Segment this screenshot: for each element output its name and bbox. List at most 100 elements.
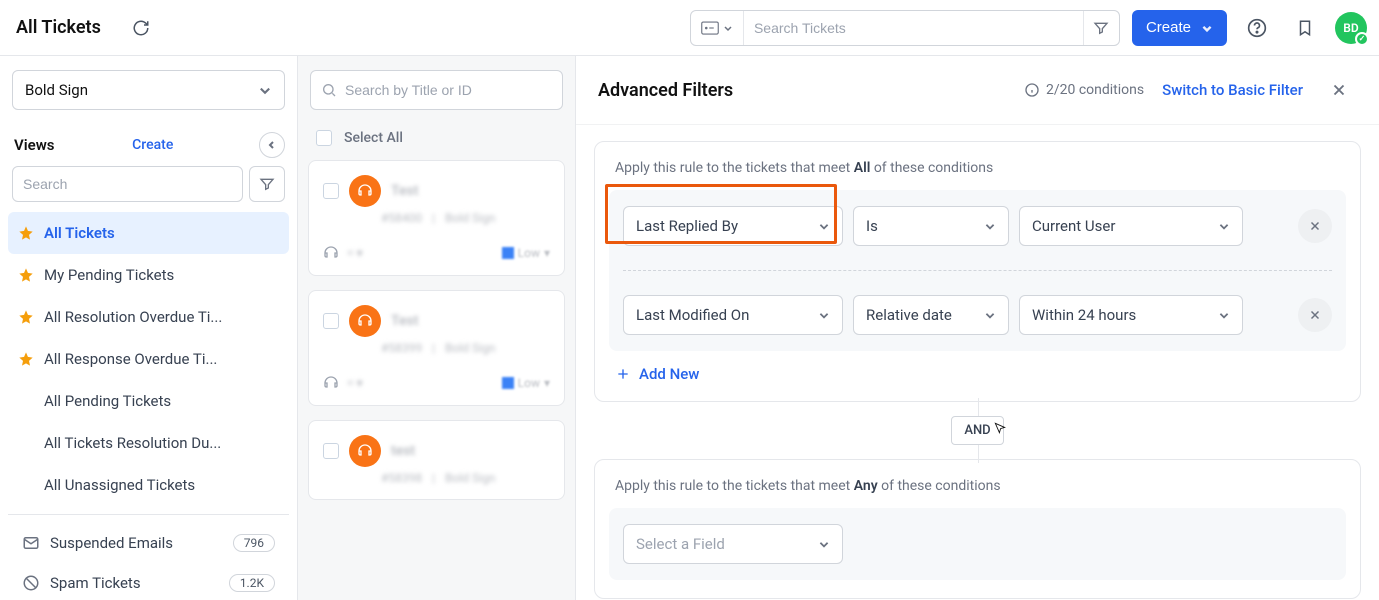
ticket-card[interactable]: test #58398 | Bold Sign bbox=[308, 420, 565, 500]
views-search-input[interactable] bbox=[12, 166, 243, 202]
search-icon bbox=[321, 82, 337, 98]
sidebar-item-resolution-due[interactable]: All Tickets Resolution Du... bbox=[8, 422, 289, 464]
page-title: All Tickets bbox=[16, 17, 101, 38]
logic-connector: AND bbox=[576, 416, 1379, 445]
views-heading: Views bbox=[14, 136, 55, 154]
ticket-checkbox[interactable] bbox=[323, 183, 339, 199]
remove-condition-icon[interactable] bbox=[1298, 298, 1332, 332]
mail-icon bbox=[22, 534, 40, 552]
ticket-priority: Low bbox=[518, 246, 540, 260]
view-list: All Tickets My Pending Tickets All Resol… bbox=[0, 212, 297, 600]
headset-icon bbox=[323, 245, 339, 261]
bookmark-icon[interactable] bbox=[1287, 10, 1323, 46]
search-input[interactable] bbox=[744, 20, 1083, 36]
condition-row: Last Modified On Relative date Within 24… bbox=[623, 295, 1332, 335]
rule-caption: Apply this rule to the tickets that meet… bbox=[609, 156, 1346, 190]
ticket-id: #58399 bbox=[381, 341, 422, 355]
global-search bbox=[690, 10, 1120, 46]
value-select[interactable]: Within 24 hours bbox=[1019, 295, 1243, 335]
ticket-avatar-icon bbox=[349, 305, 381, 337]
field-select[interactable]: Last Replied By bbox=[623, 206, 843, 246]
operator-select[interactable]: Is bbox=[853, 206, 1009, 246]
sidebar-item-suspended-emails[interactable]: Suspended Emails 796 bbox=[8, 523, 289, 563]
sidebar: Bold Sign Views Create All Tickets bbox=[0, 56, 298, 600]
star-icon bbox=[18, 309, 34, 325]
switch-to-basic-link[interactable]: Switch to Basic Filter bbox=[1162, 81, 1303, 99]
view-label: All Unassigned Tickets bbox=[44, 476, 195, 494]
views-filter-icon[interactable] bbox=[249, 166, 285, 202]
view-label: All Tickets Resolution Du... bbox=[44, 434, 221, 452]
close-icon[interactable] bbox=[1321, 72, 1357, 108]
sidebar-item-response-overdue[interactable]: All Response Overdue Ti... bbox=[8, 338, 289, 380]
item-label: Spam Tickets bbox=[50, 574, 141, 592]
select-all-checkbox[interactable] bbox=[316, 130, 332, 146]
sidebar-item-all-pending[interactable]: All Pending Tickets bbox=[8, 380, 289, 422]
rule-block-any: Apply this rule to the tickets that meet… bbox=[594, 459, 1361, 599]
value-select[interactable]: Current User bbox=[1019, 206, 1243, 246]
avatar[interactable]: BD ✓ bbox=[1335, 12, 1367, 44]
avatar-initials: BD bbox=[1343, 21, 1358, 35]
ticket-search-input[interactable] bbox=[345, 82, 552, 98]
star-icon bbox=[18, 225, 34, 241]
star-icon bbox=[18, 351, 34, 367]
create-view-link[interactable]: Create bbox=[132, 137, 173, 153]
create-button[interactable]: Create bbox=[1132, 10, 1227, 46]
add-condition-button[interactable]: Add New bbox=[609, 351, 1346, 383]
count-badge: 796 bbox=[233, 534, 275, 552]
field-select[interactable]: Last Modified On bbox=[623, 295, 843, 335]
ticket-title: test bbox=[391, 443, 415, 459]
condition-row: Last Replied By Is Current User bbox=[623, 206, 1332, 246]
ticket-product: Bold Sign bbox=[445, 211, 495, 225]
chevron-down-icon bbox=[1218, 220, 1230, 232]
sidebar-item-all-tickets[interactable]: All Tickets bbox=[8, 212, 289, 254]
view-label: All Tickets bbox=[44, 224, 115, 242]
ticket-title: Test bbox=[391, 313, 418, 329]
spam-icon bbox=[22, 574, 40, 592]
topbar: All Tickets Create BD ✓ bbox=[0, 0, 1379, 56]
ticket-list: Select All Test #58400 | Bold Sign bbox=[298, 56, 576, 600]
ticket-checkbox[interactable] bbox=[323, 313, 339, 329]
filters-title: Advanced Filters bbox=[598, 80, 733, 101]
sidebar-item-spam-tickets[interactable]: Spam Tickets 1.2K bbox=[8, 563, 289, 600]
field-select[interactable]: Select a Field bbox=[623, 524, 843, 564]
remove-condition-icon[interactable] bbox=[1298, 209, 1332, 243]
product-name: Bold Sign bbox=[25, 81, 88, 99]
headset-icon bbox=[323, 375, 339, 391]
operator-select[interactable]: Relative date bbox=[853, 295, 1009, 335]
ticket-card[interactable]: Test #58400 | Bold Sign = ▾ Low ▾ bbox=[308, 160, 565, 276]
chevron-down-icon bbox=[1218, 309, 1230, 321]
rule-block-all: Apply this rule to the tickets that meet… bbox=[594, 141, 1361, 402]
and-label[interactable]: AND bbox=[951, 416, 1003, 445]
select-all-row: Select All bbox=[298, 124, 575, 160]
chevron-down-icon bbox=[818, 309, 830, 321]
star-icon bbox=[18, 267, 34, 283]
chevron-down-icon bbox=[258, 83, 272, 97]
ticket-product: Bold Sign bbox=[445, 471, 495, 485]
plus-icon bbox=[615, 366, 631, 382]
condition-count: 2/20 conditions bbox=[1024, 82, 1144, 98]
chevron-down-icon bbox=[984, 220, 996, 232]
collapse-sidebar-icon[interactable] bbox=[259, 132, 285, 158]
ticket-card[interactable]: Test #58399 | Bold Sign = ▾ Low ▾ bbox=[308, 290, 565, 406]
sidebar-item-unassigned[interactable]: All Unassigned Tickets bbox=[8, 464, 289, 506]
create-label: Create bbox=[1146, 19, 1191, 36]
refresh-icon[interactable] bbox=[123, 10, 159, 46]
ticket-title: Test bbox=[391, 183, 418, 199]
view-label: All Pending Tickets bbox=[44, 392, 171, 410]
ticket-id: #58398 bbox=[381, 471, 422, 485]
advanced-filters-panel: Advanced Filters 2/20 conditions Switch … bbox=[576, 56, 1379, 600]
view-label: All Resolution Overdue Ti... bbox=[44, 308, 222, 326]
sidebar-item-resolution-overdue[interactable]: All Resolution Overdue Ti... bbox=[8, 296, 289, 338]
ticket-avatar-icon bbox=[349, 175, 381, 207]
search-filter-icon[interactable] bbox=[1083, 11, 1119, 45]
chevron-down-icon bbox=[984, 309, 996, 321]
search-scope-dropdown[interactable] bbox=[691, 11, 744, 45]
sidebar-item-my-pending[interactable]: My Pending Tickets bbox=[8, 254, 289, 296]
item-label: Suspended Emails bbox=[50, 534, 173, 552]
ticket-checkbox[interactable] bbox=[323, 443, 339, 459]
status-online-icon: ✓ bbox=[1355, 32, 1369, 46]
product-select[interactable]: Bold Sign bbox=[12, 70, 285, 110]
help-icon[interactable] bbox=[1239, 10, 1275, 46]
view-label: All Response Overdue Ti... bbox=[44, 350, 217, 368]
ticket-avatar-icon bbox=[349, 435, 381, 467]
